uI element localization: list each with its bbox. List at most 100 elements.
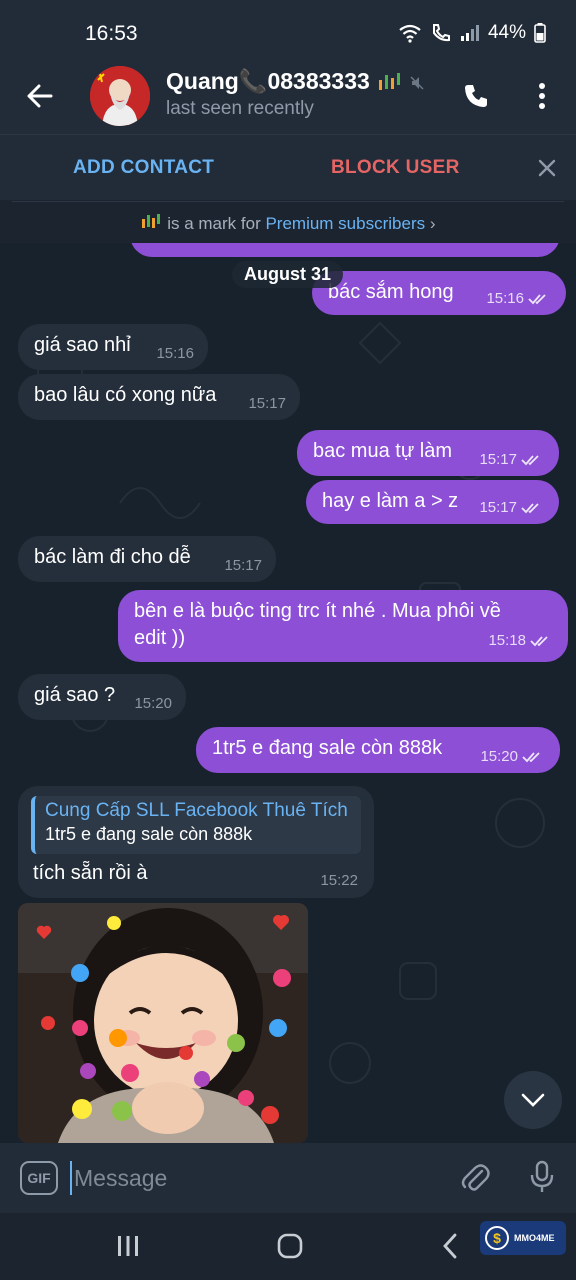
message-text: hay e làm a > z [322,490,459,512]
chevron-down-icon [521,1093,545,1107]
premium-badge-icon [379,72,401,90]
sticker-image[interactable] [18,903,308,1143]
paperclip-icon [461,1164,490,1191]
dollar-coin-icon: $ [485,1226,509,1250]
status-icons: 44% [398,22,546,44]
premium-notice-text: is a mark for [162,214,266,233]
double-check-icon [522,751,540,762]
chevron-left-icon [443,1233,457,1259]
home-button[interactable] [270,1229,310,1263]
message-meta: 15:16 [486,290,552,307]
premium-subscribers-link[interactable]: Premium subscribers [265,214,425,233]
quote-sender: Cung Cấp SLL Facebook Thuê Tích [45,800,348,821]
recent-apps-button[interactable] [108,1229,148,1263]
message-bubble-outgoing[interactable]: bên e là buộc ting trc ít nhé . Mua phôi… [118,590,568,662]
message-text: giá sao ? [34,684,116,706]
chat-header: Quang📞08383333 last seen recently [0,62,576,134]
message-text: tích sẵn rồi à [33,862,148,884]
message-time: 15:17 [248,395,286,412]
battery-icon [534,23,546,43]
svg-text:$: $ [493,1230,501,1246]
scroll-to-bottom-button[interactable] [504,1071,562,1129]
new-contact-actions: ADD CONTACT BLOCK USER [0,134,576,200]
message-input[interactable] [70,1161,430,1195]
message-time: 15:16 [156,345,194,362]
message-text: bac mua tự làm [313,440,452,462]
arrow-left-icon [27,84,53,108]
contact-name[interactable]: Quang📞08383333 [166,68,426,95]
message-bubble-incoming[interactable]: giá sao nhỉ 15:16 [18,324,208,370]
child-sticker-picture [18,903,308,1143]
wifi-icon [399,24,421,43]
home-icon [277,1233,303,1259]
message-time: 15:20 [480,748,518,765]
contact-name-text: Quang📞08383333 [166,68,370,94]
message-text: bác làm đi cho dễ [34,546,191,568]
recent-apps-icon [118,1236,138,1256]
status-time: 16:53 [85,22,138,45]
add-contact-button[interactable]: ADD CONTACT [73,157,214,179]
message-text: bao lâu có xong nữa [34,384,217,406]
status-bar: 16:53 44% [0,0,576,62]
quote-text: 1tr5 e đang sale còn 888k [45,824,253,844]
message-bubble-outgoing[interactable]: bac mua tự làm 15:17 [297,430,559,476]
message-time: 15:17 [479,451,517,468]
signal-icon [460,25,479,41]
message-bubble-outgoing[interactable]: bác sắm hong 15:16 [312,271,566,315]
message-text: bác sắm hong [328,281,454,303]
battery-percent: 44% [487,22,526,43]
message-bubble-incoming[interactable]: bác làm đi cho dễ 15:17 [18,536,276,582]
premium-badge-icon [142,214,161,228]
block-user-button[interactable]: BLOCK USER [331,157,460,179]
avatar[interactable] [90,66,150,126]
message-text: giá sao nhỉ [34,334,131,356]
message-time: 15:16 [486,290,524,307]
portrait-icon [90,66,150,126]
microphone-icon [530,1160,554,1192]
back-button[interactable] [20,76,60,116]
message-bubble-outgoing[interactable]: hay e làm a > z 15:17 [306,480,559,524]
reply-quote[interactable]: Cung Cấp SLL Facebook Thuê Tích 1tr5 e đ… [31,796,361,854]
message-time: 15:22 [320,872,358,889]
message-time: 15:17 [224,557,262,574]
close-icon [538,159,556,177]
message-text: 1tr5 e đang sale còn 888k [212,737,443,759]
date-separator: August 31 [232,261,344,288]
message-meta: 15:17 [479,451,545,468]
message-time: 15:18 [488,632,526,649]
message-meta: 15:18 [488,627,554,654]
message-bubble-incoming[interactable]: bao lâu có xong nữa 15:17 [18,374,300,420]
reply-message-bubble[interactable]: Cung Cấp SLL Facebook Thuê Tích 1tr5 e đ… [18,786,374,898]
voice-record-button[interactable] [522,1157,562,1197]
message-meta: 15:17 [479,499,545,516]
close-actions-button[interactable] [532,153,562,183]
message-meta: 15:20 [480,748,546,765]
message-time: 15:17 [479,499,517,516]
premium-notice[interactable]: is a mark for Premium subscribers › [12,201,564,243]
contact-status: last seen recently [166,98,314,119]
watermark-text: MMO4ME [514,1233,555,1243]
muted-icon [410,76,424,90]
message-time: 15:20 [134,695,172,712]
phone-icon [465,85,487,107]
double-check-icon [530,635,548,646]
message-composer: GIF [0,1143,576,1213]
more-menu-button[interactable] [522,76,562,116]
attach-button[interactable] [456,1159,494,1197]
double-check-icon [528,293,546,304]
message-bubble-incoming[interactable]: giá sao ? 15:20 [18,674,186,720]
more-vertical-icon [539,83,545,109]
call-button[interactable] [456,76,496,116]
message-text-line: bên e là buộc ting trc ít nhé . Mua phôi… [134,600,501,622]
system-navigation-bar: $ MMO4ME [0,1213,576,1280]
chevron-right-icon: › [429,214,436,233]
system-back-button[interactable] [430,1229,470,1263]
wifi-call-icon [432,24,450,42]
gif-button[interactable]: GIF [20,1161,58,1195]
message-bubble-outgoing[interactable]: 1tr5 e đang sale còn 888k 15:20 [196,727,560,773]
double-check-icon [521,454,539,465]
double-check-icon [521,502,539,513]
chat-area[interactable]: bác sắm hong 15:16 August 31 giá sao nhỉ… [0,243,576,1143]
watermark-logo: $ MMO4ME [480,1221,566,1255]
message-bubble-partial[interactable] [130,243,560,257]
